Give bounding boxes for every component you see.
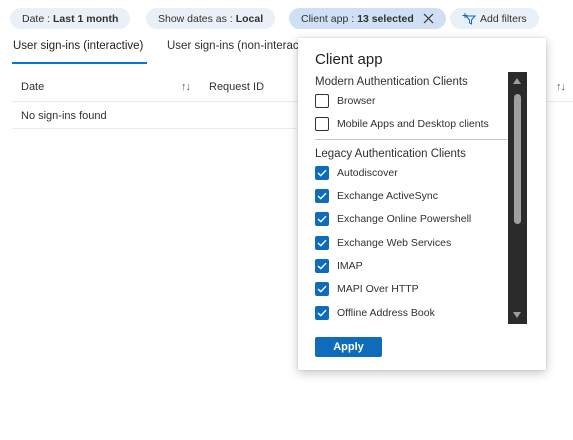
scrollbar-thumb[interactable] <box>514 94 521 224</box>
panel-title: Client app <box>315 51 383 68</box>
checkmark-icon <box>317 239 327 247</box>
checkmark-icon <box>317 192 327 200</box>
empty-message: No sign-ins found <box>21 110 107 122</box>
option-label: Exchange Online Powershell <box>337 213 472 225</box>
checkmark-icon <box>317 215 327 223</box>
checkbox[interactable] <box>315 117 329 131</box>
option-label: Offline Address Book <box>337 307 435 319</box>
checkbox-checked[interactable] <box>315 282 329 296</box>
option-label: Mobile Apps and Desktop clients <box>337 118 489 130</box>
date-filter-value: Last 1 month <box>53 12 119 25</box>
option-label: IMAP <box>337 260 363 272</box>
checkmark-icon <box>317 262 327 270</box>
column-header-date[interactable]: Date <box>21 81 44 93</box>
show-dates-value: Local <box>235 12 264 25</box>
client-app-pill[interactable]: Client app : 13 selected <box>289 8 446 29</box>
sort-date-icon[interactable]: ↑↓ <box>181 81 191 93</box>
add-filters-label: Add filters <box>480 12 527 25</box>
legacy-clients-heading: Legacy Authentication Clients <box>315 148 466 160</box>
date-filter-pill[interactable]: Date : Last 1 month <box>10 8 131 29</box>
option-label: Exchange Web Services <box>337 237 452 249</box>
checkbox[interactable] <box>315 94 329 108</box>
client-app-option[interactable]: Exchange Online Powershell <box>315 211 471 227</box>
checkbox-checked[interactable] <box>315 166 329 180</box>
add-filters-button[interactable]: Add filters <box>450 8 539 29</box>
client-app-option[interactable]: Autodiscover <box>315 165 398 181</box>
client-app-option[interactable]: MAPI Over HTTP <box>315 281 419 297</box>
checkbox-checked[interactable] <box>315 212 329 226</box>
show-dates-pill[interactable]: Show dates as : Local <box>146 8 276 29</box>
client-app-option[interactable]: Offline Address Book <box>315 305 435 321</box>
show-dates-label: Show dates as : <box>158 12 233 25</box>
active-tab-indicator <box>12 62 147 64</box>
client-app-option[interactable]: Exchange ActiveSync <box>315 188 438 204</box>
checkmark-icon <box>317 169 327 177</box>
tab-interactive[interactable]: User sign-ins (interactive) <box>13 40 143 52</box>
client-app-label: Client app : <box>301 12 355 25</box>
group-divider <box>315 139 507 140</box>
checkbox-checked[interactable] <box>315 236 329 250</box>
scroll-up-arrow-icon[interactable] <box>513 78 521 84</box>
checkbox-checked[interactable] <box>315 306 329 320</box>
close-icon[interactable] <box>423 13 434 24</box>
checkbox-checked[interactable] <box>315 259 329 273</box>
column-header-request-id[interactable]: Request ID <box>209 81 264 93</box>
option-label: Exchange ActiveSync <box>337 190 438 202</box>
client-app-panel: Client app Modern Authentication Clients… <box>298 38 546 370</box>
option-label: Browser <box>337 95 376 107</box>
client-app-option[interactable]: Mobile Apps and Desktop clients <box>315 116 489 132</box>
scroll-down-arrow-icon[interactable] <box>513 312 521 318</box>
apply-button[interactable]: Apply <box>315 337 382 357</box>
option-label: MAPI Over HTTP <box>337 283 419 295</box>
modern-clients-heading: Modern Authentication Clients <box>315 76 468 88</box>
checkmark-icon <box>317 309 327 317</box>
sort-icon[interactable]: ↑↓ <box>556 81 566 93</box>
option-label: Autodiscover <box>337 167 398 179</box>
row-divider <box>12 128 297 129</box>
client-app-option[interactable]: IMAP <box>315 258 363 274</box>
checkmark-icon <box>317 285 327 293</box>
tab-non-interactive[interactable]: User sign-ins (non-interac <box>167 40 299 52</box>
add-filter-icon <box>462 12 476 25</box>
checkbox-checked[interactable] <box>315 189 329 203</box>
date-filter-label: Date : <box>22 12 51 25</box>
options-scrollbar[interactable] <box>508 72 527 324</box>
client-app-option[interactable]: Exchange Web Services <box>315 235 451 251</box>
client-app-value: 13 selected <box>357 12 414 25</box>
client-app-option[interactable]: Browser <box>315 93 376 109</box>
